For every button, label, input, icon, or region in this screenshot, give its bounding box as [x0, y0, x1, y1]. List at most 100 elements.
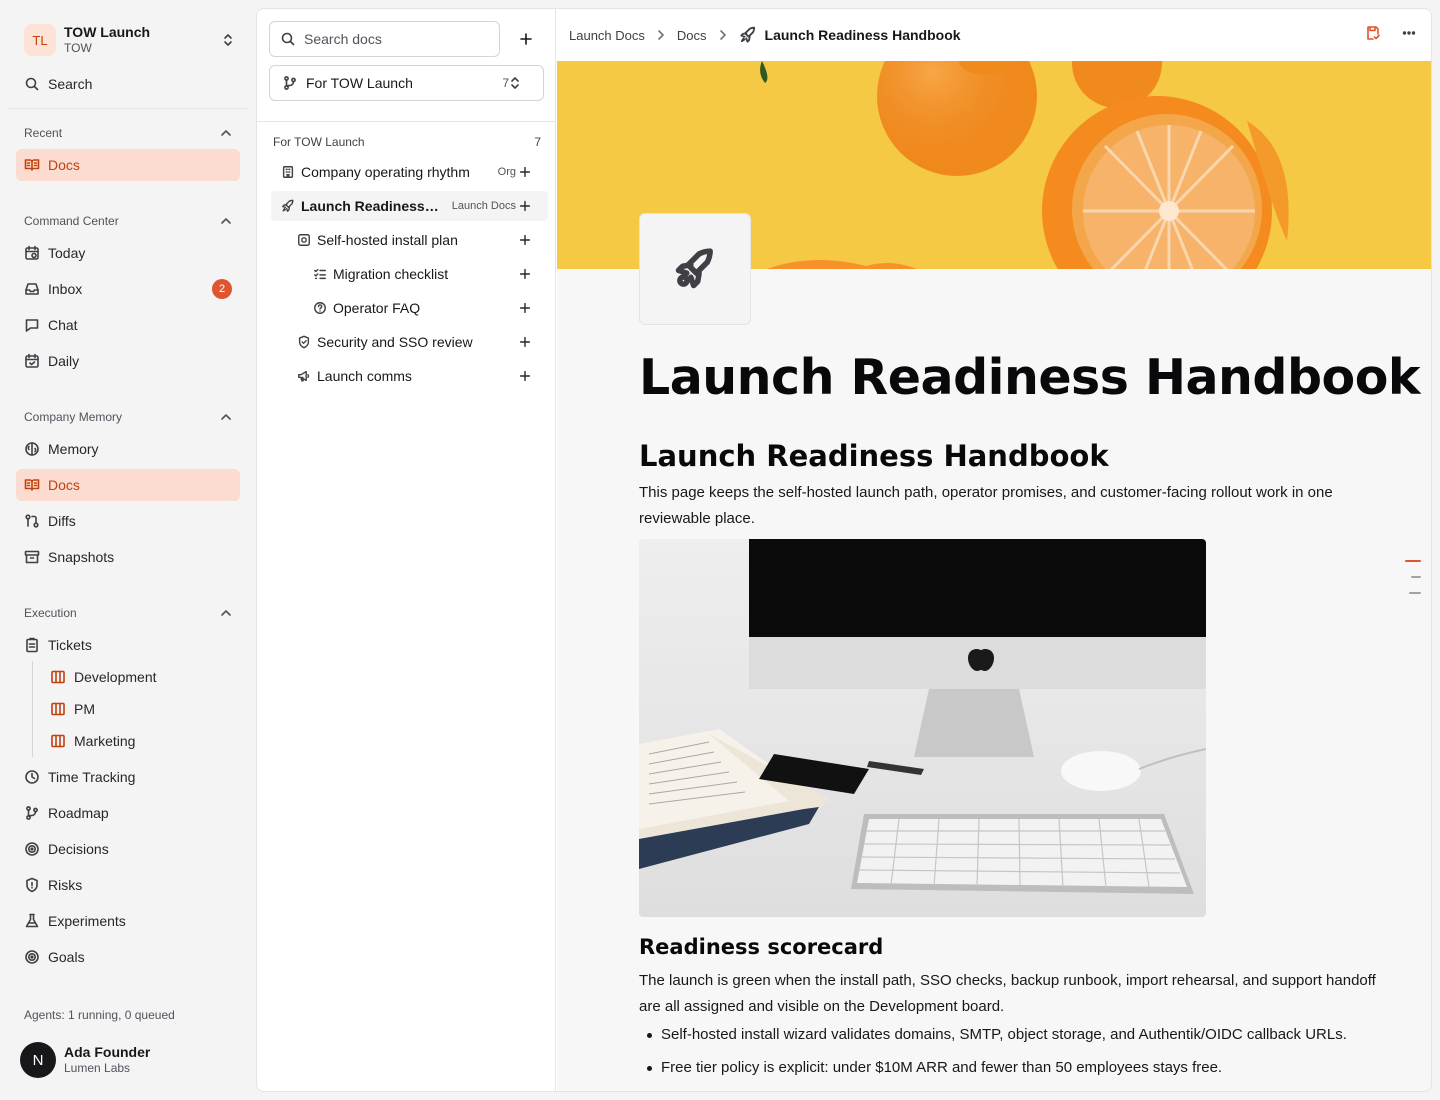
section-execution-title: Execution — [24, 606, 77, 620]
doc-topbar: Launch Docs Docs Launch Readiness Handbo… — [557, 9, 1431, 61]
breadcrumb-launch-docs[interactable]: Launch Docs — [569, 28, 645, 43]
sidebar-item-label: Time Tracking — [48, 769, 136, 785]
page-title[interactable]: Launch Readiness Handbook — [639, 349, 1420, 406]
kanban-board-icon — [50, 669, 66, 685]
tree-item-label: Operator FAQ — [333, 300, 421, 316]
toc-marker-active[interactable] — [1405, 560, 1421, 562]
doc-heading[interactable]: Launch Readiness Handbook — [639, 439, 1109, 473]
sidebar-item-time-tracking[interactable]: Time Tracking — [16, 761, 240, 793]
sidebar-item-label: Tickets — [48, 637, 92, 653]
rocket-icon — [739, 26, 757, 44]
page-icon-rocket[interactable] — [639, 213, 751, 325]
sidebar-item-risks[interactable]: Risks — [16, 869, 240, 901]
workspace-switcher[interactable]: TL TOW Launch TOW — [16, 18, 242, 62]
sidebar-item-snapshots[interactable]: Snapshots — [16, 541, 240, 573]
sidebar-item-board-pm[interactable]: PM — [42, 693, 240, 725]
megaphone-icon — [297, 369, 311, 383]
project-filter-select[interactable]: For TOW Launch 7 — [269, 65, 544, 101]
sidebar-item-label: Roadmap — [48, 805, 109, 821]
avatar: N — [20, 1042, 56, 1078]
sidebar-item-label: Chat — [48, 317, 78, 333]
sidebar-item-diffs[interactable]: Diffs — [16, 505, 240, 537]
tree-item-operator-faq[interactable]: Operator FAQ — [271, 293, 548, 323]
sidebar-item-label: Experiments — [48, 913, 126, 929]
plus-icon[interactable] — [518, 369, 532, 383]
section-recent-header[interactable]: Recent — [24, 123, 234, 143]
chevron-right-icon — [653, 27, 669, 43]
sidebar-item-board-marketing[interactable]: Marketing — [42, 725, 240, 757]
save-status-icon[interactable] — [1365, 25, 1381, 41]
sidebar-item-today[interactable]: Today — [16, 237, 240, 269]
workspace-subtitle: TOW — [64, 41, 92, 55]
sidebar-item-label: Docs — [48, 157, 80, 173]
doc-intro-paragraph[interactable]: This page keeps the self-hosted launch p… — [639, 480, 1399, 532]
sidebar-item-experiments[interactable]: Experiments — [16, 905, 240, 937]
docs-search-input[interactable]: Search docs — [269, 21, 500, 57]
sidebar-item-label: Risks — [48, 877, 83, 893]
inbox-icon — [24, 281, 40, 297]
tree-item-self-hosted-install-plan[interactable]: Self-hosted install plan — [271, 225, 548, 255]
tree-item-company-operating-rhythm[interactable]: Company operating rhythm Org — [271, 157, 548, 187]
sidebar-item-roadmap[interactable]: Roadmap — [16, 797, 240, 829]
breadcrumb-docs[interactable]: Docs — [677, 28, 707, 43]
image-desk-computer[interactable] — [639, 539, 1206, 917]
section-command-center-header[interactable]: Command Center — [24, 211, 234, 231]
toc-marker[interactable] — [1409, 592, 1421, 594]
sidebar-item-label: Development — [74, 669, 157, 685]
user-menu[interactable]: N Ada Founder Lumen Labs — [20, 1042, 150, 1078]
plus-icon[interactable] — [518, 301, 532, 315]
list-item[interactable]: Free tier policy is explicit: under $10M… — [639, 1058, 1419, 1078]
sidebar-item-board-development[interactable]: Development — [42, 661, 240, 693]
chevron-up-icon — [218, 213, 234, 229]
section-company-memory-title: Company Memory — [24, 410, 123, 424]
section-execution-header[interactable]: Execution — [24, 603, 234, 623]
sidebar-item-label: Decisions — [48, 841, 109, 857]
more-horizontal-icon[interactable] — [1401, 25, 1417, 41]
building-icon — [281, 165, 295, 179]
plus-icon[interactable] — [518, 267, 532, 281]
sidebar-item-memory[interactable]: Memory — [16, 433, 240, 465]
tree-item-migration-checklist[interactable]: Migration checklist — [271, 259, 548, 289]
section-company-memory-header[interactable]: Company Memory — [24, 407, 234, 427]
tree-item-label: Launch comms — [317, 368, 412, 384]
search-icon — [24, 76, 40, 92]
new-doc-button[interactable] — [516, 29, 536, 49]
sidebar-item-decisions[interactable]: Decisions — [16, 833, 240, 865]
tree-item-launch-readiness-handbook[interactable]: Launch Readiness Handbook Launch Docs — [271, 191, 548, 221]
list-item[interactable]: Self-hosted install wizard validates dom… — [639, 1025, 1419, 1045]
tree-item-launch-comms[interactable]: Launch comms — [271, 361, 548, 391]
sidebar-item-label: Inbox — [48, 281, 83, 297]
breadcrumb-current: Launch Readiness Handbook — [764, 27, 961, 43]
tree-item-tag: Launch Docs — [451, 200, 516, 212]
shield-check-icon — [297, 335, 311, 349]
sidebar-item-goals[interactable]: Goals — [16, 941, 240, 973]
plus-icon[interactable] — [518, 335, 532, 349]
plus-icon[interactable] — [518, 165, 532, 179]
sidebar-item-docs[interactable]: Docs — [16, 469, 240, 501]
plus-icon — [518, 31, 534, 47]
sidebar-divider — [8, 108, 248, 109]
sidebar-item-recent-docs[interactable]: Docs — [16, 149, 240, 181]
tree-item-label: Company operating rhythm — [301, 164, 470, 180]
section-heading-readiness-scorecard[interactable]: Readiness scorecard — [639, 935, 883, 959]
sidebar-item-label: Docs — [48, 477, 80, 493]
sidebar-search[interactable]: Search — [16, 68, 240, 100]
help-circle-icon — [313, 301, 327, 315]
sidebar-item-label: Memory — [48, 441, 99, 457]
tree-item-label: Security and SSO review — [317, 334, 473, 350]
sidebar-item-tickets[interactable]: Tickets — [16, 629, 240, 661]
toc-marker[interactable] — [1411, 576, 1421, 578]
sidebar-item-daily[interactable]: Daily — [16, 345, 240, 377]
tickets-tree-line — [32, 661, 33, 757]
tree-item-security-and-sso-review[interactable]: Security and SSO review — [271, 327, 548, 357]
sidebar-item-chat[interactable]: Chat — [16, 309, 240, 341]
sidebar-search-label: Search — [48, 76, 93, 92]
sidebar-item-inbox[interactable]: Inbox 2 — [16, 273, 240, 305]
plus-icon[interactable] — [518, 233, 532, 247]
checklist-icon — [313, 267, 327, 281]
chevrons-up-down-icon — [220, 32, 236, 48]
section-paragraph[interactable]: The launch is green when the install pat… — [639, 968, 1399, 1020]
plus-icon[interactable] — [518, 199, 532, 213]
tree-item-tag: Org — [497, 166, 516, 178]
rocket-icon — [281, 199, 295, 213]
